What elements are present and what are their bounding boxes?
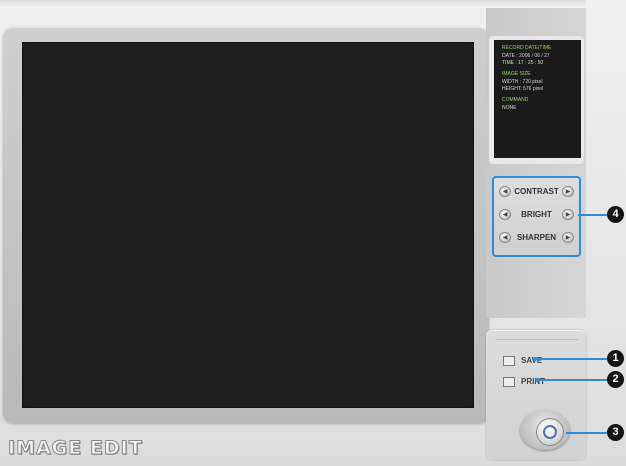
callout-badge-2: 2: [607, 371, 624, 388]
sharpen-control: ◀ SHARPEN ▶: [494, 230, 579, 246]
record-datetime-heading: RECORD DATE/TIME: [502, 45, 552, 51]
power-button[interactable]: [536, 418, 564, 446]
image-edit-window: IMAGE EDIT RECORD DATE/TIME DATE : 2006 …: [0, 0, 626, 466]
top-edge: [0, 0, 586, 8]
info-display: RECORD DATE/TIME DATE : 2006 / 06 / 27 T…: [494, 40, 581, 158]
record-date: DATE : 2006 / 06 / 27: [502, 53, 550, 59]
callout-badge-1: 1: [607, 350, 624, 367]
image-height: HEIGHT: 576 pixel: [502, 86, 544, 92]
image-width: WIDTH : 720 pixel: [502, 79, 543, 85]
adjustment-panel: ◀ CONTRAST ▶ ◀ BRIGHT ▶ ◀ SHARPEN ▶: [492, 176, 581, 257]
callout-badge-3: 3: [607, 424, 624, 441]
callout-line-3: [566, 432, 607, 434]
save-checkbox[interactable]: [503, 356, 515, 366]
callout-badge-4: 4: [607, 206, 624, 223]
callout-line-1: [535, 358, 607, 360]
image-size-heading: IMAGE SIZE: [502, 71, 531, 77]
right-arrow-icon: ▶: [565, 211, 571, 218]
right-arrow-icon: ▶: [565, 188, 571, 195]
bright-control: ◀ BRIGHT ▶: [494, 207, 579, 223]
callout-line-4: [578, 214, 608, 216]
bright-increase-button[interactable]: ▶: [562, 209, 574, 220]
sharpen-increase-button[interactable]: ▶: [562, 232, 574, 243]
right-arrow-icon: ▶: [565, 234, 571, 241]
command-value: NONE: [502, 105, 517, 111]
print-checkbox[interactable]: [503, 377, 515, 387]
command-heading: COMMAND: [502, 97, 529, 103]
power-icon: [543, 425, 557, 439]
contrast-increase-button[interactable]: ▶: [562, 186, 574, 197]
image-viewer[interactable]: [22, 42, 474, 408]
record-time: TIME : 17 : 25 : 50: [502, 60, 544, 66]
callout-line-2: [537, 379, 607, 381]
app-title: IMAGE EDIT: [8, 437, 143, 460]
contrast-control: ◀ CONTRAST ▶: [494, 184, 579, 200]
panel-divider: [496, 339, 578, 340]
